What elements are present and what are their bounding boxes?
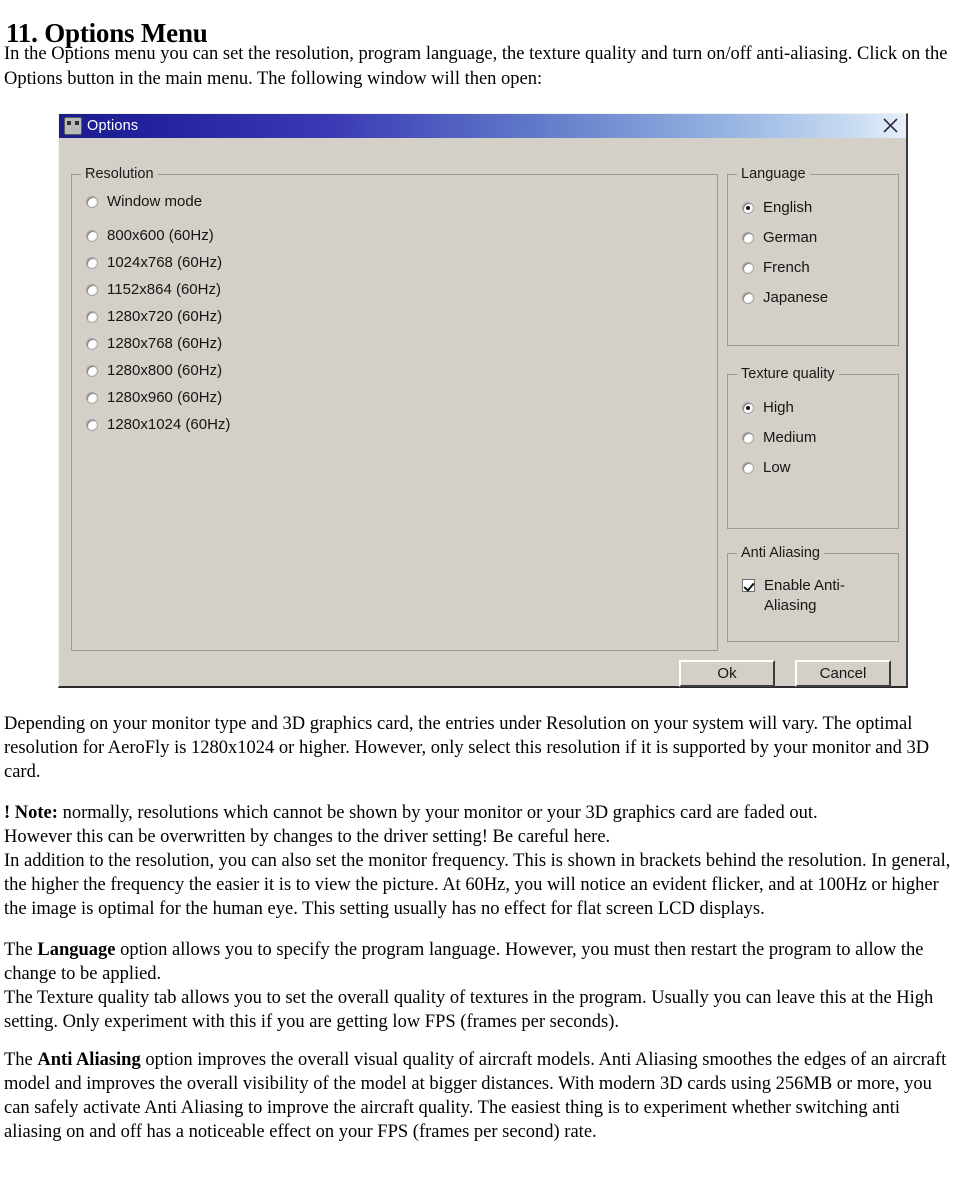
p4-body: option improves the overall visual quali… <box>4 1050 947 1142</box>
paragraph-anti-aliasing: The Anti Aliasing option improves the ov… <box>4 1048 956 1144</box>
radio-icon[interactable] <box>86 230 98 242</box>
radio-label: English <box>763 199 813 216</box>
paragraph-note: ! Note: normally, resolutions which cann… <box>4 801 956 825</box>
ok-button[interactable]: Ok <box>679 660 775 687</box>
radio-1024x768[interactable]: 1024x768 (60Hz) <box>86 254 222 272</box>
texture-quality-group: Texture quality High Medium Low <box>727 366 899 529</box>
dialog-title: Options <box>87 118 139 134</box>
intro-paragraph: In the Options menu you can set the reso… <box>4 44 948 89</box>
paragraph-texture-quality: The Texture quality tab allows you to se… <box>4 988 934 1032</box>
resolution-group-label: Resolution <box>81 166 158 182</box>
radio-1280x960[interactable]: 1280x960 (60Hz) <box>86 389 222 407</box>
radio-label: 1280x960 (60Hz) <box>107 389 223 406</box>
radio-icon[interactable] <box>86 365 98 377</box>
radio-label: 1280x800 (60Hz) <box>107 362 223 379</box>
texture-quality-group-label: Texture quality <box>737 366 839 382</box>
radio-1280x768[interactable]: 1280x768 (60Hz) <box>86 335 222 353</box>
cancel-button[interactable]: Cancel <box>795 660 891 687</box>
radio-800x600[interactable]: 800x600 (60Hz) <box>86 227 214 245</box>
dialog-body: Resolution Window mode 800x600 (60Hz) 10… <box>59 138 906 687</box>
paragraph-driver-warning: However this can be overwritten by chang… <box>4 827 611 847</box>
radio-english[interactable]: English <box>742 199 812 217</box>
radio-window-mode[interactable]: Window mode <box>86 193 202 211</box>
anti-aliasing-group: Anti Aliasing Enable Anti-Aliasing <box>727 545 899 642</box>
checkbox-label: Enable Anti-Aliasing <box>764 577 845 614</box>
paragraph-frequency: In addition to the resolution, you can a… <box>4 851 951 919</box>
close-icon[interactable] <box>882 117 899 134</box>
p3-body: option allows you to specify the program… <box>4 940 924 984</box>
radio-icon[interactable] <box>86 338 98 350</box>
radio-icon[interactable] <box>742 202 754 214</box>
note-body: normally, resolutions which cannot be sh… <box>57 803 818 823</box>
radio-french[interactable]: French <box>742 259 810 277</box>
radio-icon[interactable] <box>742 432 754 444</box>
radio-medium[interactable]: Medium <box>742 429 816 447</box>
radio-icon[interactable] <box>742 462 754 474</box>
checkbox-icon[interactable] <box>742 579 755 592</box>
radio-label: Low <box>763 459 791 476</box>
radio-label: 800x600 (60Hz) <box>107 227 214 244</box>
radio-german[interactable]: German <box>742 229 817 247</box>
anti-aliasing-group-label: Anti Aliasing <box>737 545 824 561</box>
p4-lead: The <box>4 1050 38 1070</box>
paragraph-language: The Language option allows you to specif… <box>4 938 956 986</box>
language-group: Language English German French Japanese <box>727 166 899 346</box>
radio-icon[interactable] <box>86 284 98 296</box>
radio-label: 1280x720 (60Hz) <box>107 308 223 325</box>
radio-1280x1024[interactable]: 1280x1024 (60Hz) <box>86 416 230 434</box>
options-dialog: Options Resolution Window mode 800x600 (… <box>58 113 908 688</box>
radio-icon[interactable] <box>742 232 754 244</box>
radio-label: High <box>763 399 794 416</box>
p4-bold: Anti Aliasing <box>37 1050 141 1070</box>
radio-icon[interactable] <box>86 419 98 431</box>
note-label: ! Note: <box>4 803 58 823</box>
radio-icon[interactable] <box>742 292 754 304</box>
p3-bold: Language <box>37 940 116 960</box>
paragraph-resolution-note: Depending on your monitor type and 3D gr… <box>4 714 930 782</box>
radio-label: Japanese <box>763 289 829 306</box>
radio-icon[interactable] <box>86 311 98 323</box>
radio-label: 1280x768 (60Hz) <box>107 335 223 352</box>
checkbox-enable-anti-aliasing[interactable]: Enable Anti-Aliasing <box>742 576 882 616</box>
radio-1152x864[interactable]: 1152x864 (60Hz) <box>86 281 221 299</box>
radio-icon[interactable] <box>86 257 98 269</box>
radio-icon[interactable] <box>742 402 754 414</box>
document-page: 11. Options Menu In the Options menu you… <box>0 0 960 1192</box>
radio-label: Window mode <box>107 193 203 210</box>
dialog-titlebar: Options <box>59 114 906 138</box>
p3-lead: The <box>4 940 38 960</box>
radio-1280x720[interactable]: 1280x720 (60Hz) <box>86 308 222 326</box>
radio-label: 1280x1024 (60Hz) <box>107 416 231 433</box>
resolution-group: Resolution Window mode 800x600 (60Hz) 10… <box>71 166 718 651</box>
radio-low[interactable]: Low <box>742 459 791 477</box>
app-icon <box>64 117 82 135</box>
radio-icon[interactable] <box>86 196 98 208</box>
body-text-block: Depending on your monitor type and 3D gr… <box>4 712 956 1144</box>
radio-icon[interactable] <box>742 262 754 274</box>
language-group-label: Language <box>737 166 810 182</box>
radio-label: French <box>763 259 810 276</box>
radio-label: 1152x864 (60Hz) <box>107 281 221 298</box>
radio-label: 1024x768 (60Hz) <box>107 254 223 271</box>
radio-icon[interactable] <box>86 392 98 404</box>
radio-label: German <box>763 229 818 246</box>
radio-label: Medium <box>763 429 817 446</box>
radio-japanese[interactable]: Japanese <box>742 289 828 307</box>
radio-1280x800[interactable]: 1280x800 (60Hz) <box>86 362 222 380</box>
radio-high[interactable]: High <box>742 399 794 417</box>
